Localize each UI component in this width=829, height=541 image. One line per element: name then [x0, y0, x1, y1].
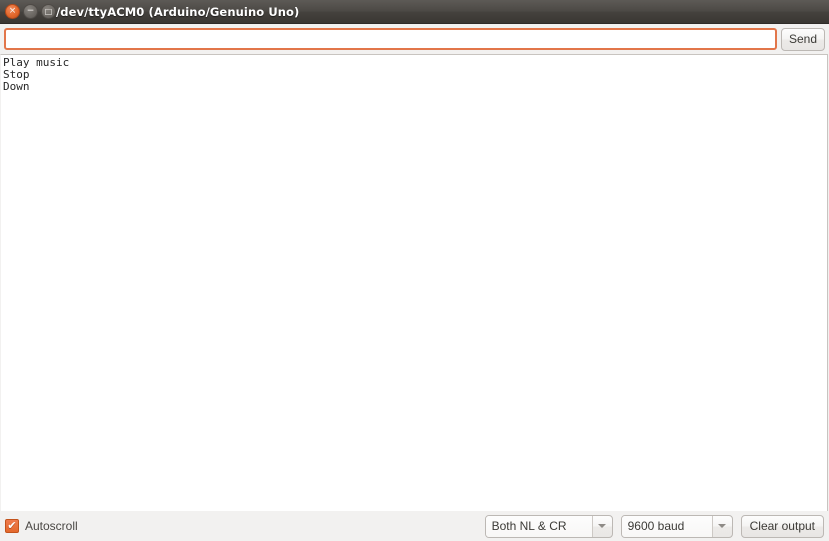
- baud-rate-dropdown[interactable]: 9600 baud: [620, 514, 733, 538]
- minimize-icon: −: [26, 6, 35, 16]
- autoscroll-toggle[interactable]: ✔ Autoscroll: [5, 519, 78, 533]
- serial-output-text: Play music Stop Down: [3, 56, 70, 93]
- window-controls: × − □: [0, 4, 56, 19]
- check-icon: ✔: [7, 519, 17, 532]
- window-titlebar: × − □ /dev/ttyACM0 (Arduino/Genuino Uno): [0, 0, 829, 24]
- serial-send-input[interactable]: [4, 28, 777, 50]
- chevron-down-icon[interactable]: [713, 516, 732, 537]
- chevron-down-icon[interactable]: [593, 516, 612, 537]
- serial-output-area[interactable]: Play music Stop Down: [0, 54, 828, 511]
- send-button[interactable]: Send: [780, 27, 825, 51]
- status-bar: ✔ Autoscroll Both NL & CR 9600 baud Clea…: [0, 511, 829, 541]
- line-ending-dropdown[interactable]: Both NL & CR: [484, 514, 613, 538]
- close-button[interactable]: ×: [5, 4, 20, 19]
- window-title: /dev/ttyACM0 (Arduino/Genuino Uno): [56, 4, 300, 19]
- serial-monitor-window: × − □ /dev/ttyACM0 (Arduino/Genuino Uno)…: [0, 0, 829, 541]
- close-icon: ×: [8, 6, 17, 16]
- autoscroll-checkbox[interactable]: ✔: [5, 519, 19, 533]
- maximize-icon: □: [44, 6, 53, 16]
- maximize-button[interactable]: □: [41, 4, 56, 19]
- minimize-button[interactable]: −: [23, 4, 38, 19]
- line-ending-value: Both NL & CR: [485, 515, 593, 537]
- baud-rate-value: 9600 baud: [621, 515, 713, 537]
- send-row: Send: [0, 24, 829, 54]
- clear-output-button[interactable]: Clear output: [740, 514, 824, 538]
- autoscroll-label: Autoscroll: [25, 519, 78, 533]
- status-bar-controls: Both NL & CR 9600 baud Clear output: [484, 514, 824, 538]
